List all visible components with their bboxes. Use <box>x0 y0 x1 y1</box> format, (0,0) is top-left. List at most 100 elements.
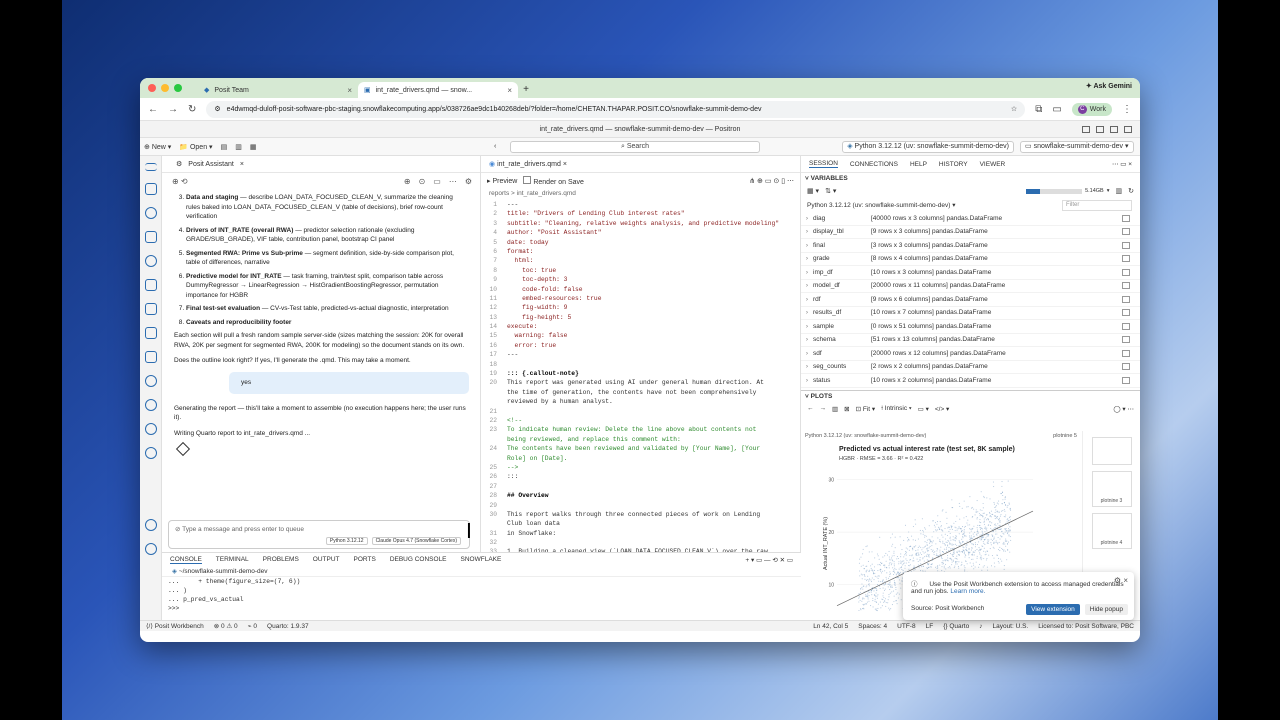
settings-gear-icon[interactable] <box>144 543 157 555</box>
attach-icon[interactable]: ⊘ <box>175 526 180 533</box>
console-controls-icon[interactable]: + ▾ ▭ — ⟲ ✕ ▭ <box>745 556 793 564</box>
close-tab-icon[interactable]: × <box>240 161 244 168</box>
variable-row[interactable]: › rdf [9 rows x 6 columns] pandas.DataFram… <box>801 293 1140 307</box>
new-tab-button[interactable]: + <box>518 82 534 98</box>
plots-header[interactable]: ˅ PLOTS <box>801 389 1140 402</box>
expand-chevron-icon[interactable]: › <box>801 215 813 222</box>
model-chip[interactable]: Claude Opus 4.7 (Snowflake Cortex) <box>371 537 461 545</box>
view-table-icon[interactable] <box>1122 363 1130 371</box>
render-on-save-checkbox[interactable]: Render on Save <box>523 175 584 186</box>
view-table-icon[interactable] <box>1122 214 1130 222</box>
ports-indicator[interactable]: ⌁ 0 <box>248 622 257 630</box>
code-line[interactable]: 32 <box>481 538 800 547</box>
plot-size-button[interactable]: ⟊ Intrinsic ▾ <box>881 405 911 413</box>
bookmark-star-icon[interactable]: ☆ <box>1011 105 1017 113</box>
expand-chevron-icon[interactable]: › <box>801 228 813 235</box>
view-table-icon[interactable] <box>1122 268 1130 276</box>
panel-controls-icon[interactable]: ⋯ ▭ × <box>1112 160 1132 168</box>
expand-chevron-icon[interactable]: › <box>801 309 813 316</box>
toggle-sidebar-icon[interactable] <box>1082 126 1090 133</box>
code-line[interactable]: 17 --- <box>481 350 800 359</box>
code-line[interactable]: 19::: {.callout-note} <box>481 369 800 378</box>
close-tab-icon[interactable]: × <box>563 161 567 168</box>
code-line[interactable]: the time of generation, the contents hav… <box>481 388 800 397</box>
search-icon[interactable] <box>144 207 157 219</box>
code-line[interactable]: 3 subtitle: "Cleaning, relative weights a… <box>481 219 800 228</box>
expand-chevron-icon[interactable]: › <box>801 282 813 289</box>
line-endings[interactable]: LF <box>926 623 934 630</box>
code-line[interactable]: 15 warning: false <box>481 331 800 340</box>
close-tab-icon[interactable]: × <box>347 86 352 95</box>
customize-layout-icon[interactable] <box>1124 126 1132 133</box>
site-info-icon[interactable]: ⚙ <box>214 105 220 113</box>
plot-thumbnail[interactable] <box>1091 437 1132 465</box>
ask-gemini-button[interactable]: ✦ Ask Gemini <box>1086 82 1132 90</box>
keyboard-layout[interactable]: Layout: U.S. <box>992 623 1028 630</box>
back-nav-icon[interactable]: ‹ <box>494 143 496 150</box>
code-line[interactable]: 21 <box>481 407 800 416</box>
variables-filter[interactable]: Filter <box>1062 199 1132 211</box>
testing-icon[interactable] <box>144 327 157 339</box>
tab-session[interactable]: SESSION <box>809 160 838 168</box>
code-line[interactable]: 16 error: true <box>481 341 800 350</box>
tab-problems[interactable]: PROBLEMS <box>263 556 299 563</box>
code-line[interactable]: 1 --- <box>481 200 800 209</box>
view-table-icon[interactable] <box>1122 336 1130 344</box>
expand-chevron-icon[interactable]: › <box>801 363 813 370</box>
assistant-icon[interactable] <box>144 423 157 435</box>
plot-history-icon[interactable]: ▥ <box>832 405 838 413</box>
tab-connections[interactable]: CONNECTIONS <box>850 161 898 168</box>
view-extension-button[interactable]: View extension <box>1026 604 1080 615</box>
code-line[interactable]: 27 <box>481 482 800 491</box>
grid-icon[interactable]: ▦ <box>250 143 257 151</box>
encoding[interactable]: UTF-8 <box>897 623 915 630</box>
code-line[interactable]: 5 date: today <box>481 238 800 247</box>
close-window-button[interactable] <box>148 84 156 92</box>
code-line[interactable]: 2 title: "Drivers of Lending Club interes… <box>481 209 800 218</box>
hide-popup-button[interactable]: Hide popup <box>1084 604 1128 615</box>
tab-terminal[interactable]: TERMINAL <box>216 556 249 563</box>
problems-indicator[interactable]: ⊗ 0 ⚠ 0 <box>214 622 238 630</box>
code-line[interactable]: 9 toc-depth: 3 <box>481 275 800 284</box>
expand-chevron-icon[interactable]: › <box>801 336 813 343</box>
view-table-icon[interactable] <box>1122 228 1130 236</box>
extensions-icon[interactable]: ⧉ <box>1035 104 1042 115</box>
reload-icon[interactable]: ↻ <box>188 104 196 115</box>
forward-icon[interactable]: → <box>168 104 178 115</box>
variable-row[interactable]: › status [10 rows x 2 columns] pandas.Data… <box>801 374 1140 388</box>
editor-tab[interactable]: ◉ int_rate_drivers.qmd × <box>489 160 567 168</box>
plot-fit-button[interactable]: ⊡ Fit ▾ <box>856 405 876 413</box>
variable-row[interactable]: › sample [0 rows x 51 columns] pandas.Data… <box>801 320 1140 334</box>
interpreter-button[interactable]: ◈ Python 3.12.12 (uv: snowflake-summit-d… <box>842 141 1014 153</box>
code-line[interactable]: 14 execute: <box>481 322 800 331</box>
plot-thumbnail[interactable]: plotnine 4 <box>1091 513 1132 549</box>
expand-chevron-icon[interactable]: › <box>801 296 813 303</box>
view-table-icon[interactable] <box>1122 282 1130 290</box>
remote-indicator[interactable]: ⟨/⟩ Posit Workbench <box>146 622 204 630</box>
variable-row[interactable]: › imp_df [10 rows x 3 columns] pandas.Data… <box>801 266 1140 280</box>
variable-row[interactable]: › display_tbl [9 rows x 3 columns] pandas.… <box>801 226 1140 239</box>
code-line[interactable]: 26::: <box>481 472 800 481</box>
plot-save-icon[interactable]: ▭ ▾ <box>918 405 929 413</box>
code-line[interactable]: 28 ## Overview <box>481 491 800 500</box>
chat-more-icon[interactable]: ⋯ <box>449 177 457 186</box>
variable-row[interactable]: › grade [8 rows x 4 columns] pandas.DataFr… <box>801 253 1140 266</box>
code-line[interactable]: Club loan data <box>481 519 800 528</box>
open-button[interactable]: 📁 Open ▾ <box>179 143 212 151</box>
code-line[interactable]: Role] on [Date]. <box>481 454 800 463</box>
language-mode[interactable]: {} Quarto <box>943 623 969 630</box>
new-button[interactable]: ⊕ New ▾ <box>144 143 171 151</box>
toggle-panel-icon[interactable] <box>1096 126 1104 133</box>
explorer-icon[interactable] <box>144 183 157 195</box>
command-search[interactable]: ⌕ Search <box>510 141 760 153</box>
code-line[interactable]: 11 embed-resources: true <box>481 294 800 303</box>
tab-viewer[interactable]: VIEWER <box>980 161 1006 168</box>
view-table-icon[interactable] <box>1122 295 1130 303</box>
tab-output[interactable]: OUTPUT <box>313 556 340 563</box>
view-table-icon[interactable] <box>1122 255 1130 263</box>
tab-ports[interactable]: PORTS <box>354 556 376 563</box>
account-icon[interactable] <box>144 519 157 531</box>
breadcrumb[interactable]: reports > int_rate_drivers.qmd <box>481 188 800 200</box>
chat-gear-icon[interactable]: ⚙ <box>465 177 472 186</box>
database-icon[interactable] <box>144 231 157 243</box>
